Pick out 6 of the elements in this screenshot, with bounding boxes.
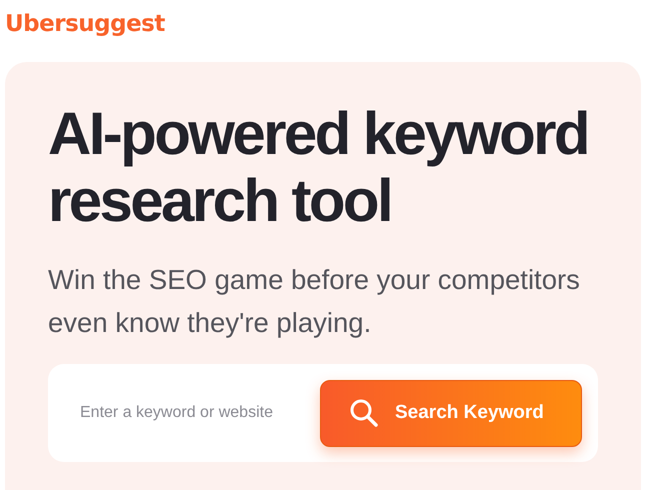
hero-subtitle: Win the SEO game before your competitors even know they're playing. bbox=[48, 263, 581, 340]
search-field[interactable]: Enter a keyword or website bbox=[78, 403, 320, 423]
logo-text[interactable]: Ubersuggest bbox=[5, 8, 165, 40]
search-icon bbox=[349, 398, 379, 428]
hero-heading: AI-powered keyword research tool bbox=[48, 100, 589, 234]
search-button[interactable]: Search Keyword bbox=[320, 380, 582, 446]
